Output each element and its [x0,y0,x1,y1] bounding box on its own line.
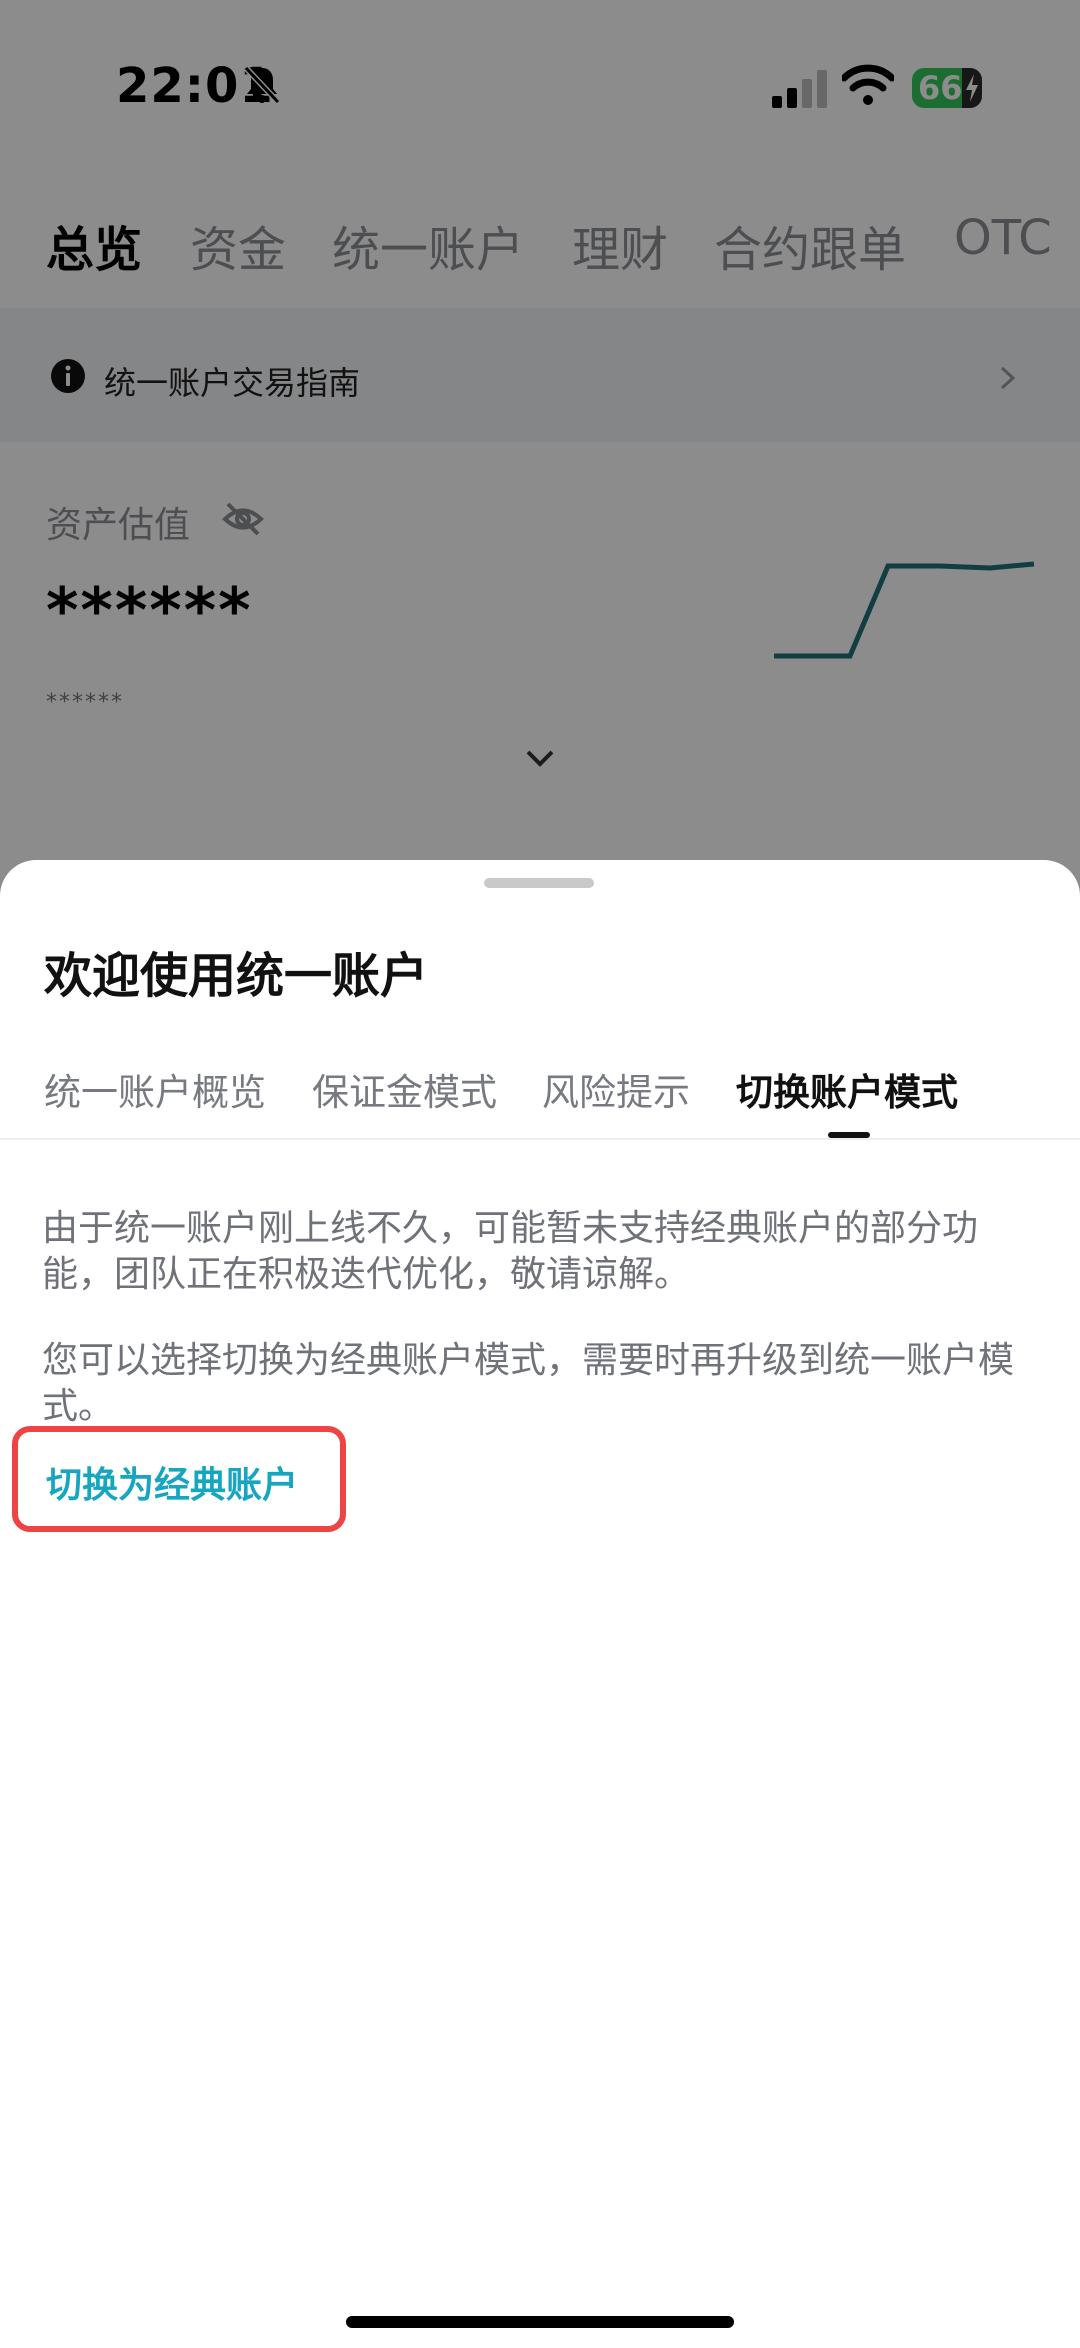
tab-risk-notice[interactable]: 风险提示 [542,1062,690,1116]
sheet-title: 欢迎使用统一账户 [44,948,429,1004]
switch-button-label: 切换为经典账户 [46,1465,299,1506]
switch-to-classic-account-button[interactable]: 切换为经典账户 [12,1426,346,1532]
sheet-drag-handle[interactable] [484,878,594,888]
tab-unified-account-overview[interactable]: 统一账户概览 [44,1062,266,1116]
sheet-tabs: 统一账户概览 保证金模式 风险提示 切换账户模式 [0,1048,1080,1140]
info-paragraph-1: 由于统一账户刚上线不久，可能暂未支持经典账户的部分功能，团队正在积极迭代优化，敬… [42,1208,979,1295]
welcome-bottom-sheet: 欢迎使用统一账户 统一账户概览 保证金模式 风险提示 切换账户模式 由于统一账户… [0,860,1080,2348]
active-tab-indicator [828,1132,870,1138]
tab-switch-account-mode[interactable]: 切换账户模式 [736,1062,958,1116]
tab-margin-mode[interactable]: 保证金模式 [312,1062,497,1116]
home-indicator[interactable] [346,2316,734,2328]
info-paragraph-2: 您可以选择切换为经典账户模式，需要时再升级到统一账户模式。 [42,1340,1015,1427]
